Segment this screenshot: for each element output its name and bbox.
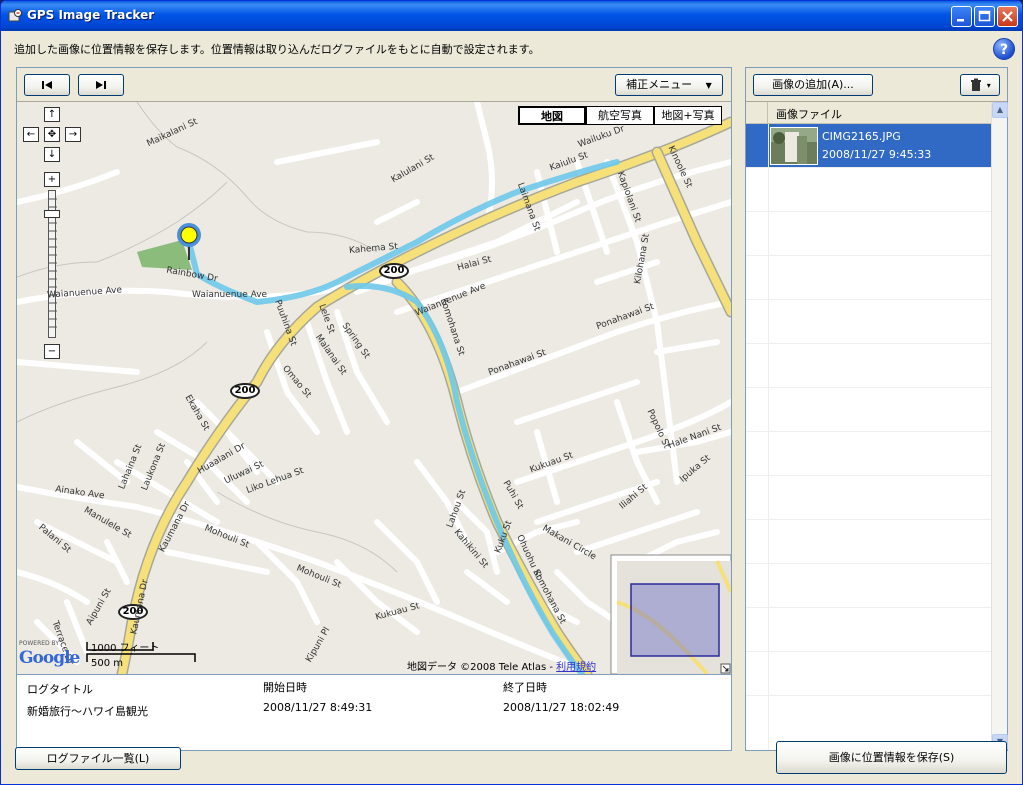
- zoom-slider-handle[interactable]: [44, 210, 60, 218]
- skip-back-icon: [42, 81, 52, 89]
- powered-by-text: POWERED BY: [19, 640, 60, 647]
- window-content: 追加した画像に位置情報を保存します。位置情報は取り込んだログファイルをもとに自動…: [4, 31, 1019, 781]
- window-title: GPS Image Tracker: [27, 8, 155, 22]
- log-info-table[interactable]: ログタイトル 開始日時 終了日時 新婚旅行〜ハワイ島観光 2008/11/27 …: [17, 674, 731, 750]
- image-list[interactable]: CIMG2165.JPG 2008/11/27 9:45:33: [746, 124, 991, 750]
- terms-link[interactable]: 利用規約: [556, 662, 596, 673]
- scale-feet-label: 1000 フィート: [91, 643, 160, 654]
- scroll-up-icon[interactable]: ▲: [992, 102, 1008, 118]
- pan-down-icon[interactable]: ↓: [44, 147, 60, 162]
- next-point-button[interactable]: [78, 74, 124, 96]
- maximize-icon: [978, 10, 991, 22]
- route-200-badge: 200: [118, 604, 148, 620]
- end-time-header: 終了日時: [503, 681, 547, 694]
- map-type-hybrid-button[interactable]: 地図+写真: [654, 106, 722, 125]
- previous-point-button[interactable]: [24, 74, 70, 96]
- image-thumbnail: [770, 127, 818, 165]
- image-filename: CIMG2165.JPG: [822, 130, 901, 143]
- empty-list-row: [746, 564, 991, 608]
- log-title-value: 新婚旅行〜ハワイ島観光: [27, 705, 148, 718]
- image-file-column-header[interactable]: 画像ファイル: [776, 106, 842, 122]
- minimize-button[interactable]: [951, 6, 972, 27]
- empty-list-row: [746, 432, 991, 476]
- pan-left-icon[interactable]: ←: [23, 127, 39, 142]
- overview-map[interactable]: [610, 554, 731, 674]
- map-view[interactable]: 地図 航空写真 地図+写真 ↑ ← ✥ → ↓ + − 200 200 200 …: [17, 102, 731, 674]
- image-list-header: 画像ファイル: [746, 102, 991, 124]
- image-list-item[interactable]: CIMG2165.JPG 2008/11/27 9:45:33: [746, 124, 991, 168]
- minimize-icon: [957, 19, 964, 22]
- pan-up-icon[interactable]: ↑: [44, 107, 60, 122]
- thumbnail-photo: [771, 128, 817, 164]
- empty-list-row: [746, 300, 991, 344]
- image-panel: 画像の追加(A)... ▾ 画像ファイル CIMG2165.JPG 2008/1…: [745, 67, 1008, 751]
- route-200-badge: 200: [230, 383, 260, 399]
- empty-list-row: [746, 652, 991, 696]
- map-toolbar: 補正メニュー ▼: [17, 68, 731, 102]
- log-file-list-button[interactable]: ログファイル一覧(L): [15, 747, 181, 770]
- trash-icon: [971, 78, 982, 91]
- title-bar[interactable]: GPS Image Tracker: [1, 1, 1022, 31]
- close-icon: [1002, 11, 1013, 22]
- attribution-text: 地図データ ©2008 Tele Atlas -: [407, 662, 557, 673]
- app-icon: [8, 9, 22, 22]
- empty-list-row: [746, 388, 991, 432]
- image-toolbar: 画像の追加(A)... ▾: [746, 68, 1007, 102]
- zoom-in-button[interactable]: +: [44, 172, 60, 187]
- empty-list-row: [746, 520, 991, 564]
- end-time-value: 2008/11/27 18:02:49: [503, 701, 620, 714]
- app-window: GPS Image Tracker 追加した画像に位置情報を保存します。位置情報…: [0, 0, 1023, 785]
- google-logo: Google: [19, 648, 80, 668]
- add-image-button[interactable]: 画像の追加(A)...: [753, 74, 873, 96]
- scale-meters-label: 500 m: [91, 658, 124, 669]
- map-panel: 補正メニュー ▼ 地図 航空写真 地図+写真 ↑ ← ✥ → ↓ + − 200…: [16, 67, 732, 751]
- start-time-value: 2008/11/27 8:49:31: [263, 701, 373, 714]
- pan-center-icon[interactable]: ✥: [44, 127, 60, 142]
- help-icon[interactable]: ?: [993, 38, 1015, 60]
- image-list-scrollbar[interactable]: ▲ ▼: [991, 102, 1008, 750]
- save-location-button[interactable]: 画像に位置情報を保存(S): [776, 741, 1007, 774]
- dropdown-arrow-icon: ▼: [705, 81, 712, 90]
- skip-forward-icon: [96, 81, 106, 89]
- pan-right-icon[interactable]: →: [65, 127, 81, 142]
- maximize-button[interactable]: [974, 6, 995, 27]
- log-title-header: ログタイトル: [27, 683, 93, 696]
- map-canvas[interactable]: [17, 102, 731, 674]
- empty-list-row: [746, 344, 991, 388]
- map-type-map-button[interactable]: 地図: [518, 106, 586, 125]
- empty-list-row: [746, 476, 991, 520]
- image-datetime: 2008/11/27 9:45:33: [822, 148, 932, 161]
- route-200-badge: 200: [379, 263, 409, 279]
- empty-list-row: [746, 168, 991, 212]
- delete-button[interactable]: ▾: [960, 74, 1000, 96]
- zoom-out-button[interactable]: −: [44, 344, 60, 359]
- description-text: 追加した画像に位置情報を保存します。位置情報は取り込んだログファイルをもとに自動…: [14, 43, 540, 56]
- close-button[interactable]: [997, 6, 1018, 27]
- empty-list-row: [746, 608, 991, 652]
- map-type-satellite-button[interactable]: 航空写真: [586, 106, 654, 125]
- empty-list-row: [746, 256, 991, 300]
- header-spacer: [746, 102, 768, 124]
- empty-list-row: [746, 212, 991, 256]
- start-time-header: 開始日時: [263, 681, 307, 694]
- dropdown-arrow-icon: ▾: [986, 81, 991, 90]
- map-attribution: 地図データ ©2008 Tele Atlas - 利用規約: [407, 658, 596, 673]
- correction-menu-button[interactable]: 補正メニュー ▼: [615, 74, 723, 96]
- correction-menu-label: 補正メニュー: [626, 78, 693, 91]
